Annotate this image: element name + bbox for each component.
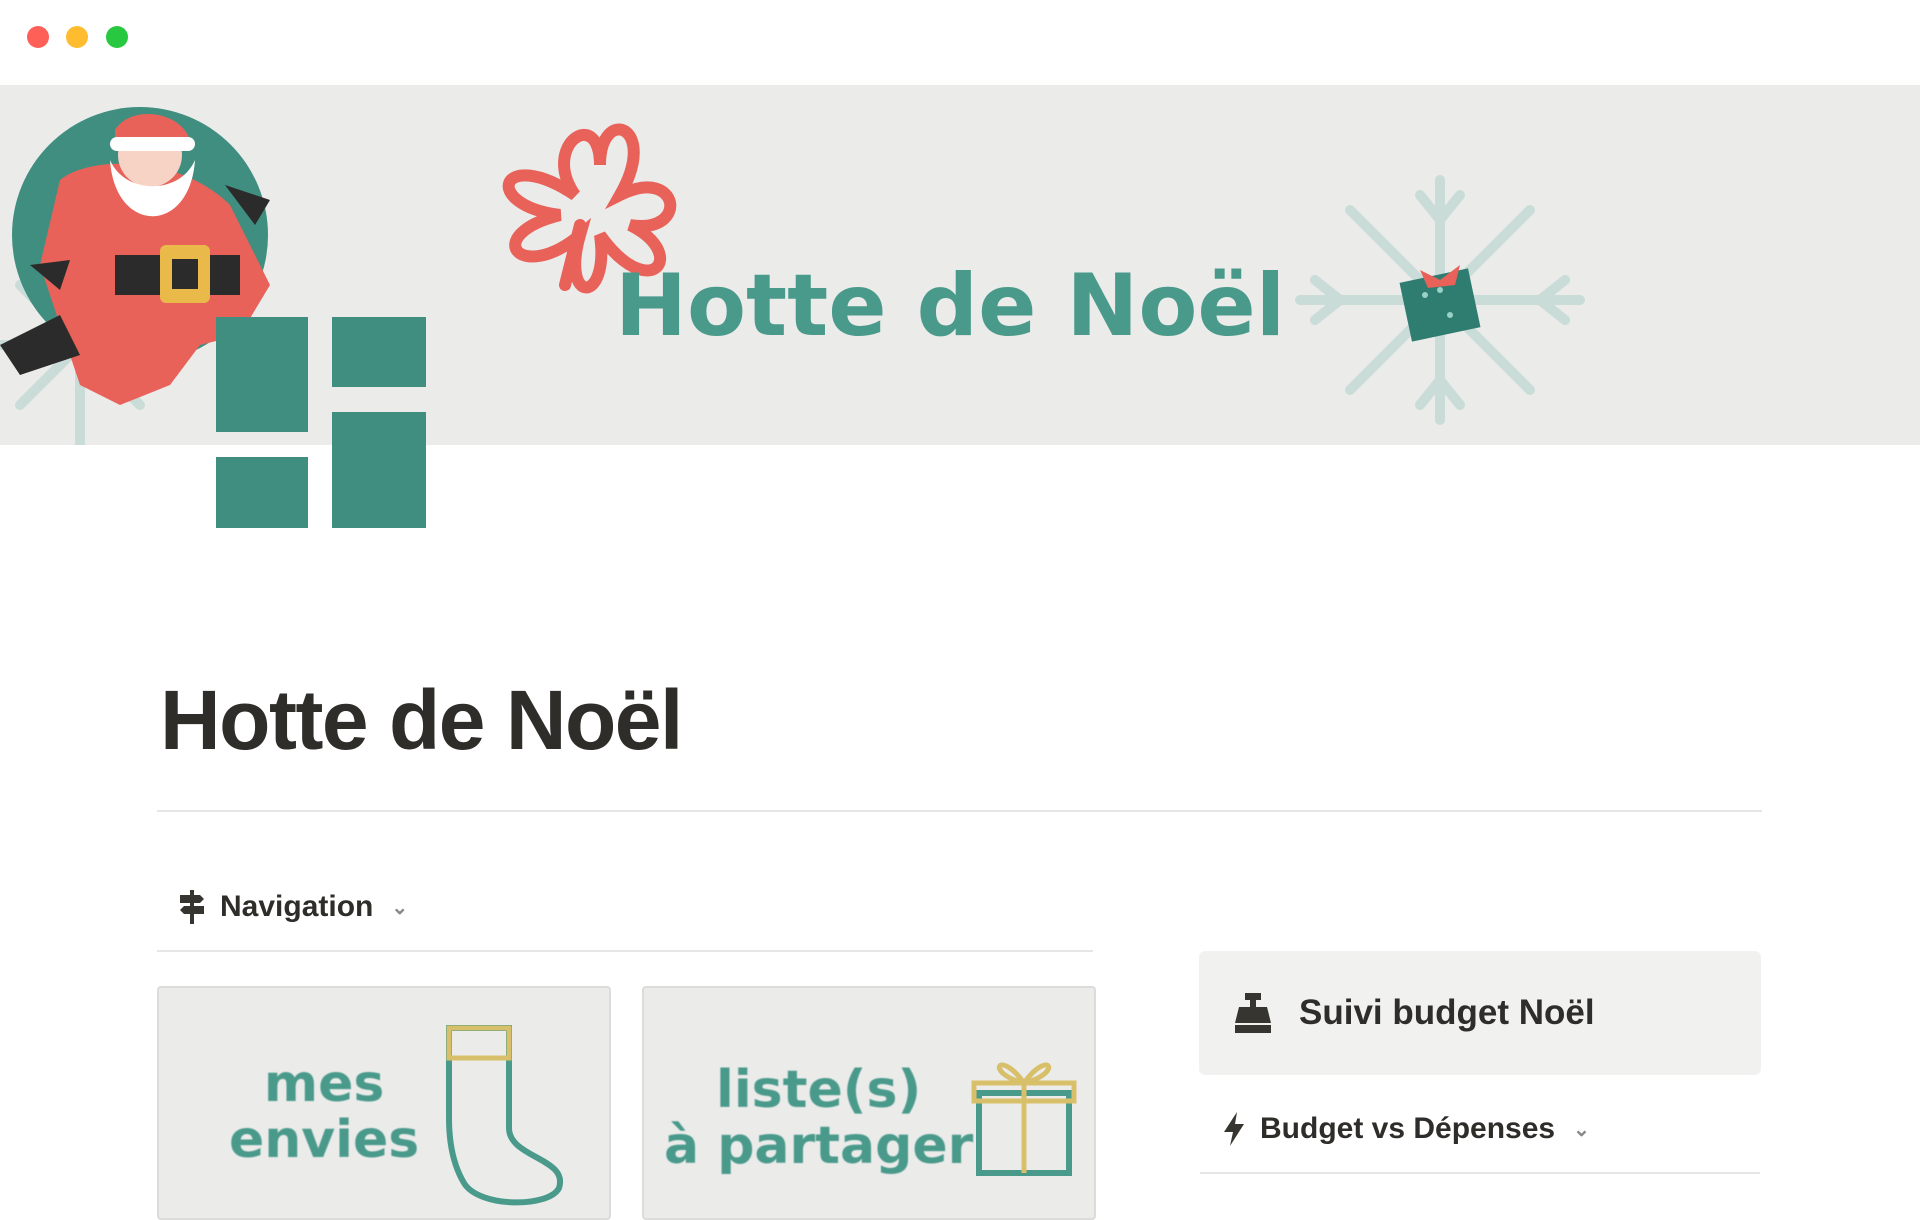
lightning-icon — [1224, 1112, 1244, 1146]
chevron-down-icon: ⌄ — [391, 896, 409, 919]
close-window-button[interactable] — [27, 26, 49, 48]
budget-toggle-label: Budget vs Dépenses — [1260, 1112, 1556, 1145]
card-title-line: envies — [229, 1110, 420, 1170]
budget-callout[interactable]: Suivi budget Noël — [1199, 951, 1761, 1075]
callout-label: Suivi budget Noël — [1299, 993, 1595, 1032]
title-divider — [157, 810, 1762, 812]
navigation-toggle[interactable]: Navigation ⌄ — [178, 890, 408, 924]
navigation-divider — [157, 950, 1093, 952]
gift-box-icon — [971, 1062, 1077, 1176]
card-title: mes envies — [229, 1056, 419, 1168]
card-title-line: mes — [263, 1054, 385, 1114]
signpost-icon — [180, 890, 204, 924]
card-title-line: liste(s) — [716, 1060, 922, 1120]
page-icon[interactable] — [216, 317, 426, 528]
navigation-label: Navigation — [220, 890, 374, 923]
card-listes-a-partager[interactable]: liste(s) à partager — [642, 986, 1096, 1220]
grid-blocks-icon — [216, 317, 426, 528]
page-title: Hotte de Noël — [160, 673, 683, 767]
chevron-down-icon: ⌄ — [1573, 1118, 1590, 1141]
stocking-icon — [446, 1025, 564, 1206]
budget-divider — [1200, 1172, 1760, 1174]
card-title-line: à partager — [664, 1116, 974, 1176]
minimize-window-button[interactable] — [66, 26, 88, 48]
window-titlebar — [0, 0, 1920, 85]
budget-toggle[interactable]: Budget vs Dépenses ⌄ — [1222, 1112, 1590, 1146]
cash-register-icon — [1235, 993, 1271, 1033]
card-title: liste(s) à partager — [664, 1062, 973, 1174]
maximize-window-button[interactable] — [106, 26, 128, 48]
card-mes-envies[interactable]: mes envies — [157, 986, 611, 1220]
cover-banner-title: Hotte de Noël — [615, 256, 1285, 356]
